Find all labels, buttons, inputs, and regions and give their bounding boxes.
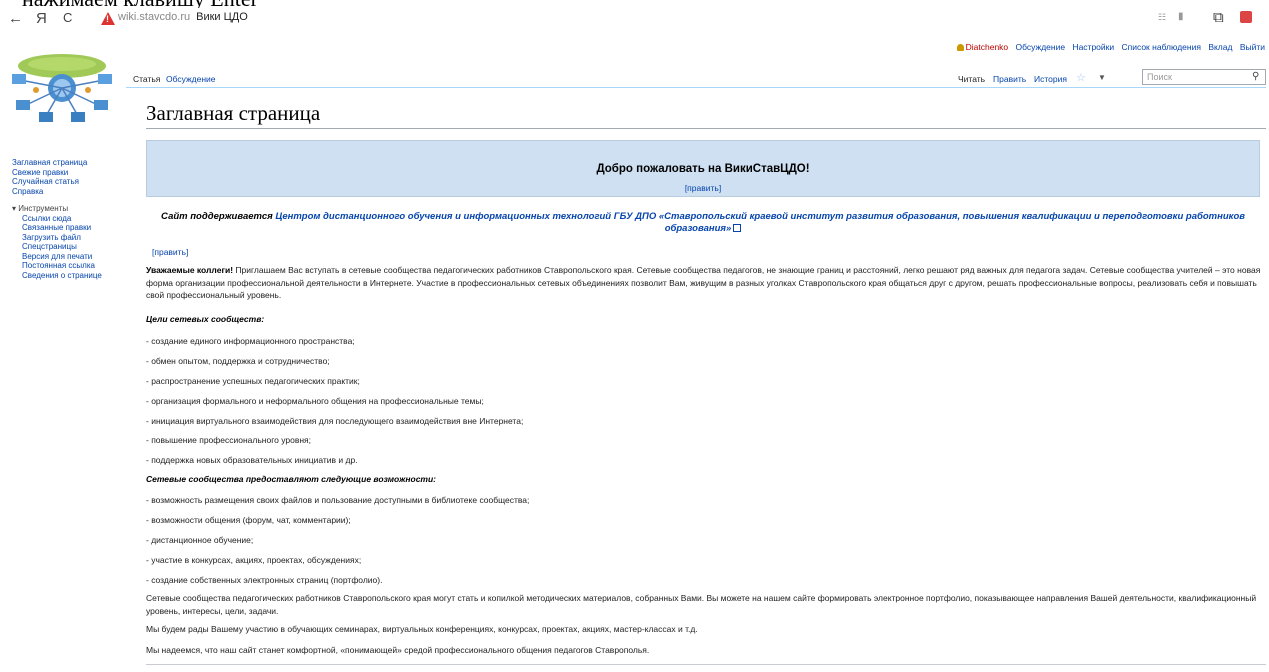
title-divider: [146, 128, 1266, 129]
glad-bold: Мы будем рады: [146, 624, 209, 634]
list-item: - возможности общения (форум, чат, комме…: [146, 515, 351, 525]
sidebar: Заглавная страница Свежие правки Случайн…: [12, 158, 127, 280]
support-lead-text: Сайт поддерживается: [160, 211, 276, 222]
portfolio-paragraph: Сетевые сообщества педагогических работн…: [146, 592, 1262, 617]
sidebar-item-recent-changes[interactable]: Свежие правки: [12, 168, 127, 178]
external-link-icon: [733, 224, 742, 232]
support-notice: Сайт поддерживается Центром дистанционно…: [150, 211, 1256, 235]
hope-text: что наш сайт станет комфортной, «понимаю…: [202, 645, 650, 655]
list-item: - организация формального и неформальног…: [146, 396, 484, 406]
reload-icon[interactable]: C: [63, 10, 72, 25]
tab-history[interactable]: История: [1031, 74, 1070, 84]
bottom-divider: [146, 664, 1266, 665]
sidebar-item-printable-version[interactable]: Версия для печати: [12, 252, 127, 262]
reader-icon[interactable]: ☷: [1158, 12, 1166, 23]
list-item: - дистанционное обучение;: [146, 535, 254, 545]
address-page-title: Вики ЦДО: [196, 11, 248, 23]
user-talk-link[interactable]: Обсуждение: [1016, 42, 1066, 52]
bookmark-icon[interactable]: ▮: [1178, 11, 1184, 22]
list-item: - участие в конкурсах, акциях, проектах,…: [146, 555, 362, 565]
glad-paragraph: Мы будем рады Вашему участию в обучающих…: [146, 624, 698, 634]
sidebar-item-what-links-here[interactable]: Ссылки сюда: [12, 214, 127, 224]
support-organization-link[interactable]: Центром дистанционного обучения и информ…: [275, 211, 1245, 234]
hope-paragraph: Мы надеемся, что наш сайт станет комфорт…: [146, 645, 649, 655]
sidebar-item-page-information[interactable]: Сведения о странице: [12, 271, 127, 281]
list-item: - создание собственных электронных стран…: [146, 575, 383, 585]
collections-icon[interactable]: ⧉: [1213, 9, 1224, 26]
section-edit-link[interactable]: [править]: [152, 247, 188, 257]
search-icon[interactable]: ⚲: [1252, 71, 1259, 82]
back-icon[interactable]: ←: [8, 10, 23, 27]
tabs-divider: [126, 87, 1266, 88]
personal-tools: Diatchenko Обсуждение Настройки Список н…: [956, 42, 1265, 52]
list-item: - возможность размещения своих файлов и …: [146, 495, 530, 505]
list-item: - инициация виртуального взаимодействия …: [146, 416, 524, 426]
address-domain: wiki.stavcdo.ru: [118, 11, 191, 23]
watch-star-icon[interactable]: ☆: [1073, 71, 1089, 84]
browser-address-bar: ← Я C ! wiki.stavcdo.ru Вики ЦДО ☷ ▮ ⧉: [0, 8, 1269, 32]
sidebar-item-related-changes[interactable]: Связанные правки: [12, 223, 127, 233]
search-input[interactable]: Поиск: [1142, 69, 1266, 85]
welcome-edit-link[interactable]: [править]: [147, 183, 1259, 193]
warning-icon[interactable]: !: [101, 12, 115, 25]
list-item: - создание единого информационного прост…: [146, 336, 355, 346]
list-item: - повышение профессионального уровня;: [146, 435, 311, 445]
glad-text: Вашему участию в обучающих семинарах, ви…: [208, 624, 698, 634]
welcome-banner: Добро пожаловать на ВикиСтавЦДО! [правит…: [146, 140, 1260, 197]
hope-bold: Мы надеемся,: [146, 645, 203, 655]
portfolio-text: Сетевые сообщества педагогических работн…: [146, 593, 1257, 616]
site-logo[interactable]: [6, 50, 118, 128]
extension-icon[interactable]: [1240, 11, 1252, 23]
intro-paragraph: Уважаемые коллеги! Приглашаем Вас вступа…: [146, 264, 1262, 302]
sidebar-item-random-article[interactable]: Случайная статья: [12, 177, 127, 187]
list-item: - поддержка новых образовательных инициа…: [146, 455, 358, 465]
welcome-title: Добро пожаловать на ВикиСтавЦДО!: [596, 163, 810, 175]
intro-greeting: Уважаемые коллеги!: [146, 265, 234, 275]
list-item: - обмен опытом, поддержка и сотрудничест…: [146, 356, 330, 366]
yandex-icon[interactable]: Я: [36, 10, 47, 27]
tab-read[interactable]: Читать: [955, 74, 988, 84]
user-name-link[interactable]: Diatchenko: [966, 42, 1009, 52]
sidebar-tools-heading[interactable]: ▾ Инструменты: [12, 204, 127, 214]
intro-text: Приглашаем Вас вступать в сетевые сообще…: [146, 265, 1261, 300]
goals-heading: Цели сетевых сообществ:: [146, 314, 265, 324]
address-field[interactable]: wiki.stavcdo.ru Вики ЦДО: [118, 11, 248, 23]
watchlist-link[interactable]: Список наблюдения: [1122, 42, 1201, 52]
sidebar-item-upload-file[interactable]: Загрузить файл: [12, 233, 127, 243]
features-heading: Сетевые сообщества предоставляют следующ…: [146, 474, 437, 484]
tab-article[interactable]: Статья: [130, 74, 163, 84]
sidebar-item-special-pages[interactable]: Спецстраницы: [12, 242, 127, 252]
sidebar-item-main-page[interactable]: Заглавная страница: [12, 158, 127, 168]
preferences-link[interactable]: Настройки: [1072, 42, 1114, 52]
contributions-link[interactable]: Вклад: [1208, 42, 1232, 52]
user-icon: [956, 44, 964, 51]
page-title: Заглавная страница: [146, 101, 321, 125]
list-item: - распространение успешных педагогически…: [146, 376, 360, 386]
sidebar-item-help[interactable]: Справка: [12, 187, 127, 197]
tab-edit[interactable]: Править: [990, 74, 1029, 84]
sidebar-item-permanent-link[interactable]: Постоянная ссылка: [12, 261, 127, 271]
more-menu-chevron-icon[interactable]: ▼: [1095, 73, 1109, 82]
logout-link[interactable]: Выйти: [1240, 42, 1265, 52]
tab-discussion[interactable]: Обсуждение: [163, 74, 219, 84]
